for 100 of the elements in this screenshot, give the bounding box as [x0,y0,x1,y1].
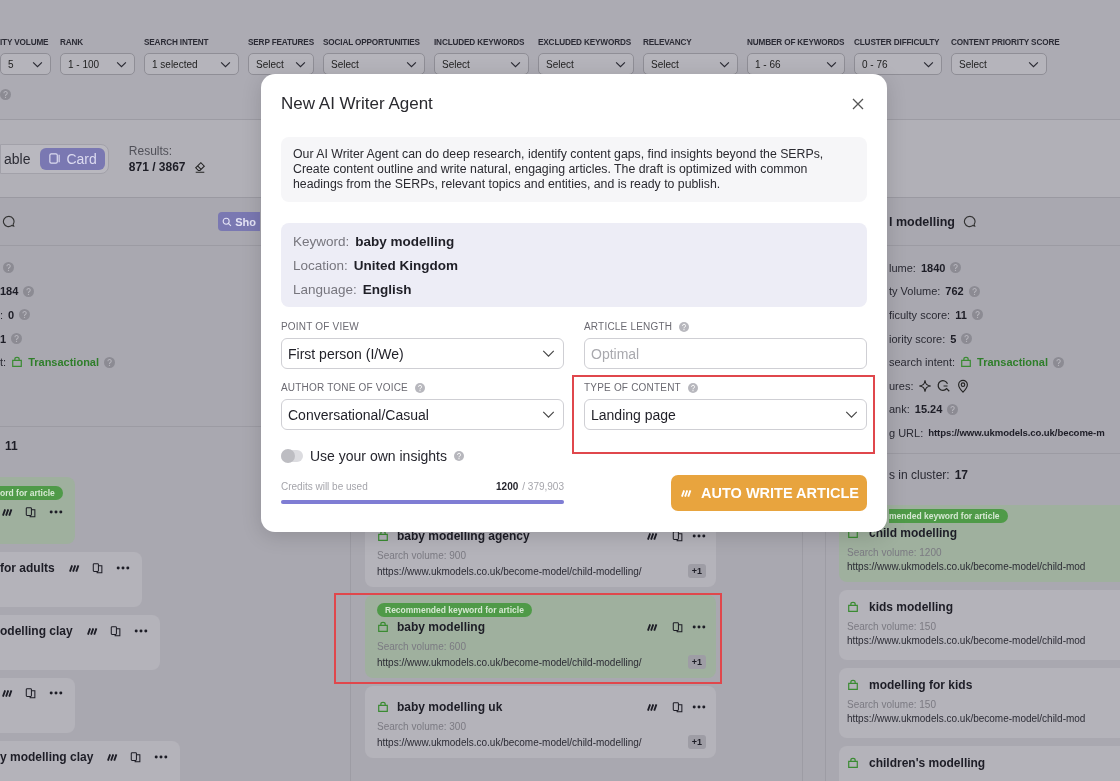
detail-label: ank: [889,403,910,416]
keyword-count: 11 [5,439,18,453]
writer-icon[interactable] [645,622,658,632]
filter-label: CLUSTER DIFFICULTY [854,38,941,48]
filter-select[interactable]: 5 [0,53,51,75]
info-label: Keyword: [293,233,350,249]
filter-label: RELEVANCY [643,38,693,48]
more-icon[interactable] [115,566,130,570]
field-label: AUTHOR TONE OF VOICE [281,382,408,393]
detail-value: https://www.ukmodels.co.uk/become-m [928,427,1105,439]
view-tab[interactable]: able [4,147,38,170]
writer-icon[interactable] [0,507,13,517]
shopping-bag-icon [377,530,389,542]
more-icon[interactable] [154,755,169,759]
keyword-count-label: s in cluster: [889,468,950,482]
copy-icon[interactable] [672,701,684,713]
more-icon[interactable] [49,510,63,514]
ranking-url[interactable]: https://www.ukmodels.co.uk/become-model/child-modelling/ [377,656,642,668]
eraser-icon[interactable] [193,160,206,173]
writer-icon[interactable] [84,626,98,636]
copy-icon[interactable] [130,751,143,763]
filter-select[interactable]: Select [323,53,425,75]
shopping-bag-icon [960,356,973,369]
keyword-title: y modelling clay [0,750,94,764]
more-icon[interactable] [133,629,148,633]
filter-select[interactable]: Select [643,53,738,75]
copy-icon[interactable] [109,625,122,637]
close-icon[interactable] [852,98,864,110]
location-pin-icon [956,378,971,393]
shopping-bag-icon [847,757,859,769]
detail-value: Transactional [28,356,100,369]
info-label: Location: [293,257,348,273]
filter-label: SERP FEATURES [248,38,314,48]
recommended-badge: ord for article [0,486,63,500]
comment-icon[interactable] [2,215,15,228]
more-icon[interactable] [692,534,706,538]
chevron-icon [542,350,555,357]
detail-label: t: [0,356,7,369]
writer-icon[interactable] [66,563,80,573]
ranking-url[interactable]: https://www.ukmodels.co.uk/become-model/child-mod [847,561,1120,572]
filter-select[interactable]: Select [434,53,529,75]
recommended-badge: mended keyword for article [889,509,1008,523]
chevron-icon [1028,60,1039,68]
writer-icon[interactable] [105,752,119,762]
comment-icon[interactable] [963,215,976,228]
filter-select[interactable]: 1 - 66 [747,53,845,75]
keyword-card[interactable]: odelling clay [0,615,160,670]
writer-icon[interactable] [645,702,658,712]
description-text: Our AI Writer Agent can do deep research, identify content gaps, find insights beyond the SERPs, Create content outline and write natural, engaging articles. The draft is optimized with common headings from the SERPs, relevant topics and entities, and is ready to publish. [281,137,867,202]
chevron-icon [719,60,730,68]
copy-icon[interactable] [672,621,684,633]
dropdown-field[interactable]: Landing page [584,399,867,430]
filter-select[interactable]: Select [538,53,634,75]
writer-icon[interactable] [0,688,13,698]
copy-icon[interactable] [25,506,37,518]
keyword-title: baby modelling uk [397,700,504,714]
input-field[interactable]: Optimal [584,338,867,369]
keyword-title: baby modelling agency [397,529,531,543]
card-view-icon [48,152,62,165]
keyword-title: odelling clay [0,624,73,638]
ranking-url[interactable]: https://www.ukmodels.co.uk/become-model/child-mod [847,713,1120,724]
more-urls-count[interactable]: +1 [687,655,706,669]
more-urls-count[interactable]: +1 [687,735,706,749]
filter-select[interactable]: 1 selected [144,53,239,75]
chevron-icon [510,60,521,68]
chevron-icon [295,60,306,68]
filter-select[interactable]: 1 - 100 [60,53,135,75]
more-urls-count[interactable]: +1 [687,564,706,578]
more-icon[interactable] [49,691,63,695]
more-icon[interactable] [692,625,706,629]
filter-label: INCLUDED KEYWORDS [434,38,526,48]
field-label: TYPE OF CONTENT [584,382,681,393]
info-value: baby modelling [355,233,455,249]
chevron-icon [220,60,231,68]
keyword-card[interactable]: y modelling clay [0,741,181,781]
copy-icon[interactable] [91,562,104,574]
help-icon [3,262,14,274]
more-icon[interactable] [692,705,706,709]
detail-value: 1 [0,332,7,345]
toggle-switch[interactable] [281,450,303,462]
ranking-url[interactable]: https://www.ukmodels.co.uk/become-model/child-modelling/ [377,565,642,577]
keyword-card[interactable]: children's modelling [839,746,1120,781]
dropdown-field[interactable]: Conversational/Casual [281,399,564,430]
writer-icon[interactable] [645,531,658,541]
dropdown-field[interactable]: First person (I/We) [281,338,564,369]
ranking-url[interactable]: https://www.ukmodels.co.uk/become-model/child-modelling/ [377,736,642,748]
detail-value: 184 [0,285,19,298]
copy-icon[interactable] [672,530,684,542]
filter-select[interactable]: Select [951,53,1047,75]
keyword-card[interactable]: for adults [0,552,142,607]
filter-select[interactable]: Select [248,53,314,75]
shopping-bag-icon [377,621,389,633]
chevron-icon [845,411,858,418]
filter-label: CONTENT PRIORITY SCORE [951,38,1060,48]
search-icon [937,378,952,393]
keyword-title: for adults [0,561,55,575]
ranking-url[interactable]: https://www.ukmodels.co.uk/become-model/child-mod [847,635,1120,646]
filter-select[interactable]: 0 - 76 [854,53,942,75]
detail-value: 11 [955,309,967,321]
copy-icon[interactable] [25,687,37,699]
